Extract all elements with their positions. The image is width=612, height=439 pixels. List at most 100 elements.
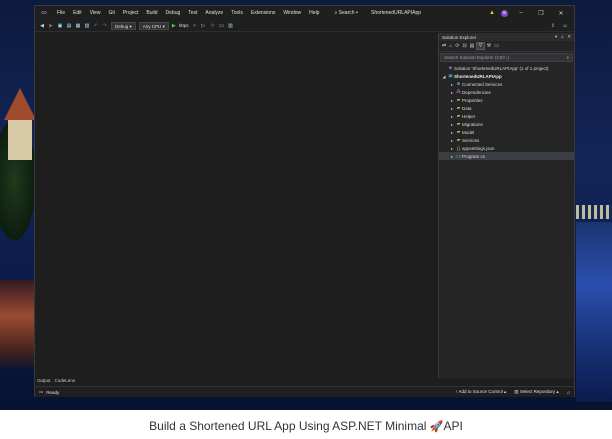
solution-explorer-search-input[interactable]: Search Solution Explorer (Ctrl+;) ⌕ — [440, 53, 573, 62]
tree-item-label: Model — [462, 129, 475, 135]
warning-icon[interactable]: ▲ — [489, 10, 495, 16]
tree-item-appsettings[interactable]: ▸ {} appsettings.json — [439, 144, 574, 152]
tree-item-label: Properties — [462, 97, 483, 103]
save-icon[interactable]: ▦ — [75, 23, 81, 29]
menu-file[interactable]: File — [53, 10, 69, 16]
chevron-down-icon: ▾ — [162, 23, 165, 29]
page-caption: Build a Shortened URL App Using ASP.NET … — [0, 419, 612, 433]
chevron-up-icon: ▴ — [556, 389, 559, 394]
menu-extensions[interactable]: Extensions — [247, 10, 279, 16]
menu-window[interactable]: Window — [279, 10, 305, 16]
configuration-value: Debug — [115, 23, 129, 29]
filter-icon[interactable]: ⛛ — [476, 42, 485, 50]
menu-edit[interactable]: Edit — [69, 10, 86, 16]
undo-icon[interactable]: ↶ — [93, 23, 99, 29]
folder-icon: ▰ — [456, 105, 461, 110]
tree-item-solution[interactable]: ◈ Solution 'ShortenedURLAPIApp' (1 of 1 … — [439, 64, 574, 72]
show-all-files-icon[interactable]: ▤ — [470, 43, 475, 49]
start-debugging-icon[interactable]: ▶ — [172, 23, 176, 29]
background-city-lights — [576, 205, 612, 219]
window-title: ShortenedURLAPIApp — [371, 10, 422, 16]
select-repository-button[interactable]: ▥ Select Repository ▴ — [514, 389, 558, 395]
hot-reload-icon[interactable]: ⟳ — [209, 23, 215, 29]
search-button[interactable]: ⌕ Search ▾ — [331, 10, 361, 16]
platform-value: Any CPU — [142, 23, 162, 29]
menu-git[interactable]: Git — [104, 10, 118, 16]
tree-item-dependencies[interactable]: ▸ ⁂ Dependencies — [439, 88, 574, 96]
menu-test[interactable]: Test — [184, 10, 201, 16]
chevron-down-icon: ▾ — [129, 23, 132, 29]
redo-icon[interactable]: ↷ — [102, 23, 108, 29]
tree-item-services[interactable]: ▸ ▰ Services — [439, 136, 574, 144]
tree-item-properties[interactable]: ▸ ▰ Properties — [439, 96, 574, 104]
tree-item-migrations[interactable]: ▸ ▰ Migrations — [439, 120, 574, 128]
tree-item-connected-services[interactable]: ▸ ⊕ Connected Services — [439, 80, 574, 88]
project-label: ShortenedURLAPIApp — [454, 73, 502, 79]
browser-link-icon[interactable]: ▭ — [218, 23, 224, 29]
chevron-down-icon[interactable]: ▾ — [555, 34, 557, 40]
tree-item-label: Helper — [462, 113, 476, 119]
add-to-source-control-button[interactable]: ↑ Add to Source Control ▴ — [455, 389, 506, 395]
caption-text-end: API — [443, 419, 463, 433]
properties-icon[interactable]: ⚒ — [487, 43, 491, 49]
menu-view[interactable]: View — [86, 10, 105, 16]
save-all-icon[interactable]: ▧ — [84, 23, 90, 29]
notifications-icon[interactable]: ♫ — [567, 390, 570, 395]
restore-icon[interactable]: ❐ — [534, 10, 548, 17]
pin-icon[interactable]: ⊥ — [560, 34, 564, 40]
editor-area[interactable] — [35, 33, 438, 378]
chevron-down-icon[interactable]: ▾ — [191, 23, 197, 29]
preview-icon[interactable]: ▭ — [494, 43, 499, 49]
refresh-icon[interactable]: ⟳ — [455, 43, 459, 49]
close-icon[interactable]: ✕ — [567, 34, 571, 40]
solution-explorer-header: Solution Explorer ▾ ⊥ ✕ — [439, 33, 574, 41]
navigate-back-icon[interactable]: ◀ — [39, 23, 45, 29]
tree-item-model[interactable]: ▸ ▰ Model — [439, 128, 574, 136]
menu-project[interactable]: Project — [119, 10, 143, 16]
solution-explorer-panel: Solution Explorer ▾ ⊥ ✕ ⇄ ⌂ ⟳ ⊟ ▤ ⛛ ⚒ ▭ … — [438, 33, 574, 378]
avatar[interactable]: RI — [501, 9, 508, 17]
new-item-icon[interactable]: ▣ — [57, 23, 63, 29]
start-without-debugging-icon[interactable]: ▷ — [200, 23, 206, 29]
chevron-down-icon: ▾ — [355, 10, 359, 16]
tree-item-helper[interactable]: ▸ ▰ Helper — [439, 112, 574, 120]
live-share-icon[interactable]: ⇪ — [550, 23, 556, 29]
navigate-forward-icon[interactable]: ▶ — [48, 23, 54, 29]
menu-debug[interactable]: Debug — [162, 10, 185, 16]
castle-roof — [4, 88, 36, 120]
configuration-select[interactable]: Debug ▾ — [111, 21, 136, 30]
dependencies-icon: ⁂ — [456, 89, 461, 94]
tab-output[interactable]: Output — [37, 378, 51, 383]
layout-icon[interactable]: ▥ — [227, 23, 233, 29]
repository-label: Select Repository — [519, 389, 556, 394]
tree-item-label: Migrations — [462, 121, 483, 127]
sync-icon[interactable]: ⇄ — [442, 43, 446, 49]
background-water-reflection-right — [576, 222, 612, 402]
open-folder-icon[interactable]: ▤ — [66, 23, 72, 29]
home-icon[interactable]: ⌂ — [449, 43, 452, 49]
minimize-icon[interactable]: – — [514, 10, 528, 16]
menu-tools[interactable]: Tools — [227, 10, 247, 16]
collapse-all-icon[interactable]: ⊟ — [462, 43, 466, 49]
tree-item-label: Program.cs — [462, 153, 486, 159]
tree-item-program[interactable]: ▸ C# Program.cs — [439, 152, 574, 160]
feedback-icon[interactable]: ☺ — [562, 23, 568, 29]
close-icon[interactable]: ✕ — [554, 10, 568, 17]
menu-analyze[interactable]: Analyze — [201, 10, 227, 16]
panel-controls: ▾ ⊥ ✕ — [555, 34, 571, 40]
search-icon[interactable]: ⌕ — [566, 55, 569, 60]
toolbar-right: ⇪ ☺ — [550, 23, 574, 29]
status-ready-icon: ▭ — [39, 389, 44, 394]
platform-select[interactable]: Any CPU ▾ — [138, 21, 169, 30]
menu-build[interactable]: Build — [142, 10, 161, 16]
tab-codelens[interactable]: CodeLens — [55, 378, 76, 383]
tree-item-project[interactable]: ◢ ▣ ShortenedURLAPIApp — [439, 72, 574, 80]
tree-item-label: Connected Services — [462, 81, 503, 87]
search-icon: ⌕ — [334, 10, 338, 16]
tree-item-label: appsettings.json — [462, 145, 495, 151]
tree-item-label: Services — [462, 137, 480, 143]
visual-studio-logo-icon[interactable]: ∞ — [39, 8, 49, 18]
menu-help[interactable]: Help — [305, 10, 323, 16]
run-target-label[interactable]: https — [179, 23, 189, 28]
tree-item-data[interactable]: ▸ ▰ Data — [439, 104, 574, 112]
